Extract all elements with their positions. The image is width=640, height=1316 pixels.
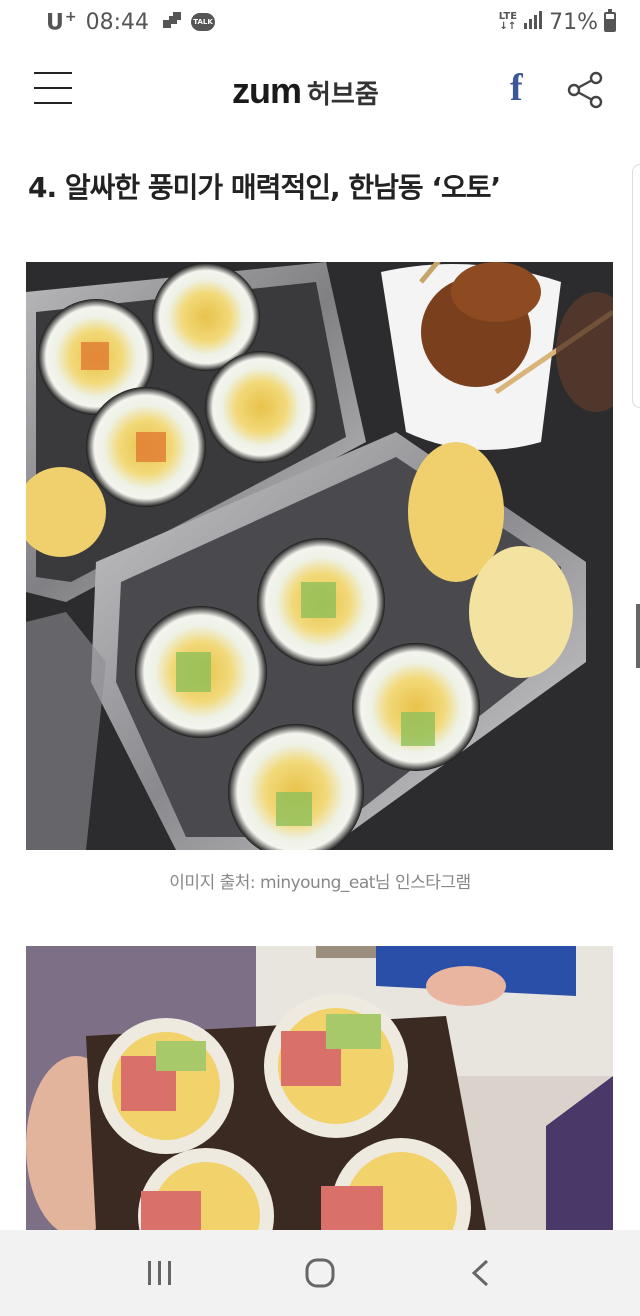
- scrollbar-thumb[interactable]: [636, 604, 640, 668]
- clock: 08:44: [85, 9, 150, 35]
- system-nav-bar: [0, 1230, 640, 1316]
- facebook-share-button[interactable]: f: [510, 66, 523, 110]
- screen: U+ 08:44 TALK LTE ↓↑ 71% ZUM 허브줌 f: [0, 0, 640, 1316]
- battery-icon: [604, 9, 616, 32]
- zum-logo[interactable]: ZUM 허브줌: [232, 70, 379, 112]
- article-headline: 4. 알싸한 풍미가 매력적인, 한남동 ‘오토’: [28, 171, 501, 204]
- edge-panel-handle[interactable]: [632, 164, 640, 408]
- carrier-label: U+: [46, 8, 78, 36]
- article-image-1[interactable]: [26, 262, 613, 850]
- app-header: ZUM 허브줌 f: [0, 54, 640, 122]
- battery-fill: [606, 18, 614, 30]
- status-indicators: LTE ↓↑ 71%: [498, 9, 616, 35]
- article-image-2[interactable]: [26, 946, 613, 1230]
- home-icon[interactable]: [290, 1243, 350, 1303]
- image-caption: 이미지 출처: minyoung_eat님 인스타그램: [169, 873, 471, 893]
- signal-icon: [523, 10, 543, 34]
- hamburger-menu-icon[interactable]: [34, 72, 72, 104]
- battery-percent: 71%: [549, 9, 598, 35]
- recent-apps-icon[interactable]: [130, 1243, 190, 1303]
- logo-sub-text: 허브줌: [307, 80, 379, 110]
- kakaotalk-icon: TALK: [191, 13, 216, 31]
- back-icon[interactable]: [450, 1243, 510, 1303]
- status-bar: U+ 08:44 TALK LTE ↓↑ 71%: [0, 0, 640, 44]
- share-icon[interactable]: [566, 70, 606, 110]
- gallery-notification-icon: [163, 12, 182, 32]
- lte-icon: LTE ↓↑: [498, 11, 518, 32]
- logo-main-text: ZUM: [232, 70, 302, 111]
